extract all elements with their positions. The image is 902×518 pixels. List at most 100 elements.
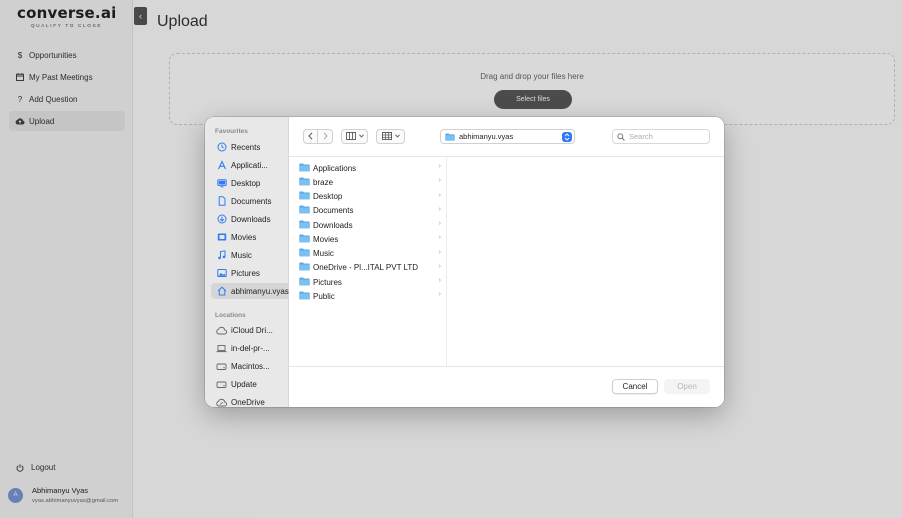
sidebar-item-pictures[interactable]: Pictures xyxy=(211,265,291,281)
dialog-main: abhimanyu.vyas Applications›braze›Deskto… xyxy=(289,117,724,407)
sidebar-item-update[interactable]: Update xyxy=(211,376,291,392)
chevron-down-icon xyxy=(358,133,364,140)
folder-icon xyxy=(299,234,310,245)
file-list: Applications › braze › Desktop › Documents › Dow… xyxy=(289,157,447,366)
location-popup[interactable]: abhimanyu.vyas xyxy=(440,129,575,144)
sidebar-item-label: Pictures xyxy=(231,268,260,278)
list-item[interactable]: Pictures › xyxy=(299,275,441,289)
disk-icon xyxy=(216,379,227,390)
grid-icon xyxy=(381,131,392,142)
chevron-left-icon xyxy=(308,131,313,142)
open-button[interactable]: Open xyxy=(664,379,710,394)
list-item[interactable]: Desktop › xyxy=(299,190,441,204)
applications-icon xyxy=(216,160,227,171)
cancel-button[interactable]: Cancel xyxy=(612,379,658,394)
list-item[interactable]: Documents › xyxy=(299,204,441,218)
folder-icon xyxy=(445,133,455,141)
sidebar-item-label: Movies xyxy=(231,232,257,242)
home-icon xyxy=(216,286,227,297)
folder-icon xyxy=(299,163,310,174)
sidebar-item-label: iCloud Dri... xyxy=(231,325,273,335)
chevron-right-icon: › xyxy=(438,277,441,284)
file-name: braze xyxy=(313,177,334,187)
search-icon xyxy=(617,132,625,141)
file-name: Public xyxy=(313,291,335,301)
list-item[interactable]: Public › xyxy=(299,289,441,303)
chevron-down-icon xyxy=(394,133,400,140)
folder-icon xyxy=(299,205,310,216)
list-item[interactable]: braze › xyxy=(299,175,441,189)
sidebar-item-applications[interactable]: Applicati... xyxy=(211,157,291,173)
file-picker-dialog: Favourites Recents Applicati... Desktop … xyxy=(205,117,724,407)
search-field[interactable] xyxy=(612,129,710,144)
file-name: Desktop xyxy=(313,192,343,201)
sidebar-item-music[interactable]: Music xyxy=(211,247,291,263)
list-item[interactable]: Downloads › xyxy=(299,218,441,232)
file-name: OneDrive - Pl...ITAL PVT LTD xyxy=(313,263,419,273)
back-button[interactable] xyxy=(303,129,318,144)
columns-view-icon xyxy=(345,131,356,142)
sidebar-item-recents[interactable]: Recents xyxy=(211,139,291,155)
sidebar-item-onedrive[interactable]: OneDrive xyxy=(211,394,291,407)
sidebar-item-label: Applicati... xyxy=(231,160,268,170)
sidebar-item-label: OneDrive xyxy=(231,397,265,407)
file-name: Downloads xyxy=(313,220,353,230)
file-name: Pictures xyxy=(313,277,342,287)
list-item[interactable]: OneDrive - Pl...ITAL PVT LTD › xyxy=(299,261,441,275)
forward-button[interactable] xyxy=(318,129,333,144)
updown-arrows-icon xyxy=(562,132,572,142)
chevron-right-icon: › xyxy=(438,205,441,213)
view-mode-button[interactable] xyxy=(341,129,368,144)
document-icon xyxy=(216,196,227,207)
list-item[interactable]: Applications › xyxy=(299,161,441,175)
laptop-icon xyxy=(216,343,227,354)
chevron-right-icon: › xyxy=(438,262,441,270)
sidebar-item-label: in-del-pr-... xyxy=(231,343,270,353)
chevron-right-icon: › xyxy=(438,248,441,256)
clock-icon xyxy=(216,142,227,153)
cloud-icon xyxy=(216,325,227,336)
chevron-right-icon: › xyxy=(438,291,441,299)
folder-icon xyxy=(299,177,310,188)
chevron-right-icon: › xyxy=(438,163,441,170)
music-note-icon xyxy=(216,250,227,261)
list-item[interactable]: Movies › xyxy=(299,232,441,246)
group-by-button[interactable] xyxy=(376,129,405,144)
folder-icon xyxy=(299,248,310,259)
film-icon xyxy=(216,232,227,243)
cloud-sync-icon xyxy=(216,397,227,408)
list-item[interactable]: Music › xyxy=(299,247,441,261)
file-name: Movies xyxy=(313,234,339,244)
chevron-right-icon: › xyxy=(438,234,441,242)
chevron-right-icon xyxy=(323,131,328,142)
file-name: Documents xyxy=(313,206,354,216)
dialog-footer: Cancel Open xyxy=(289,366,724,407)
download-icon xyxy=(216,214,227,225)
sidebar-item-label: Documents xyxy=(231,196,272,206)
sidebar-item-movies[interactable]: Movies xyxy=(211,229,291,245)
sidebar-item-computer[interactable]: in-del-pr-... xyxy=(211,340,291,356)
sidebar-item-label: Update xyxy=(231,379,257,389)
favourites-label: Favourites xyxy=(215,128,248,135)
sidebar-item-label: Music xyxy=(231,250,252,260)
sidebar-item-desktop[interactable]: Desktop xyxy=(211,175,291,191)
file-name: Music xyxy=(313,249,334,258)
sidebar-item-label: Desktop xyxy=(231,178,261,188)
folder-icon xyxy=(299,262,310,273)
sidebar-item-home[interactable]: abhimanyu.vyas xyxy=(211,283,294,299)
sidebar-item-documents[interactable]: Documents xyxy=(211,193,291,209)
sidebar-item-label: Recents xyxy=(231,142,261,152)
sidebar-item-downloads[interactable]: Downloads xyxy=(211,211,291,227)
sidebar-item-icloud-drive[interactable]: iCloud Dri... xyxy=(211,322,291,338)
locations-label: Locations xyxy=(215,312,246,319)
photo-icon xyxy=(216,268,227,279)
sidebar-item-label: Macintos... xyxy=(231,361,270,371)
folder-icon xyxy=(299,277,310,288)
desktop-icon xyxy=(216,178,227,189)
folder-icon xyxy=(299,191,310,202)
sidebar-item-macintosh-hd[interactable]: Macintos... xyxy=(211,358,291,374)
preview-pane xyxy=(447,157,724,366)
location-label: abhimanyu.vyas xyxy=(459,132,514,141)
search-input[interactable] xyxy=(629,132,709,141)
file-name: Applications xyxy=(313,163,357,173)
